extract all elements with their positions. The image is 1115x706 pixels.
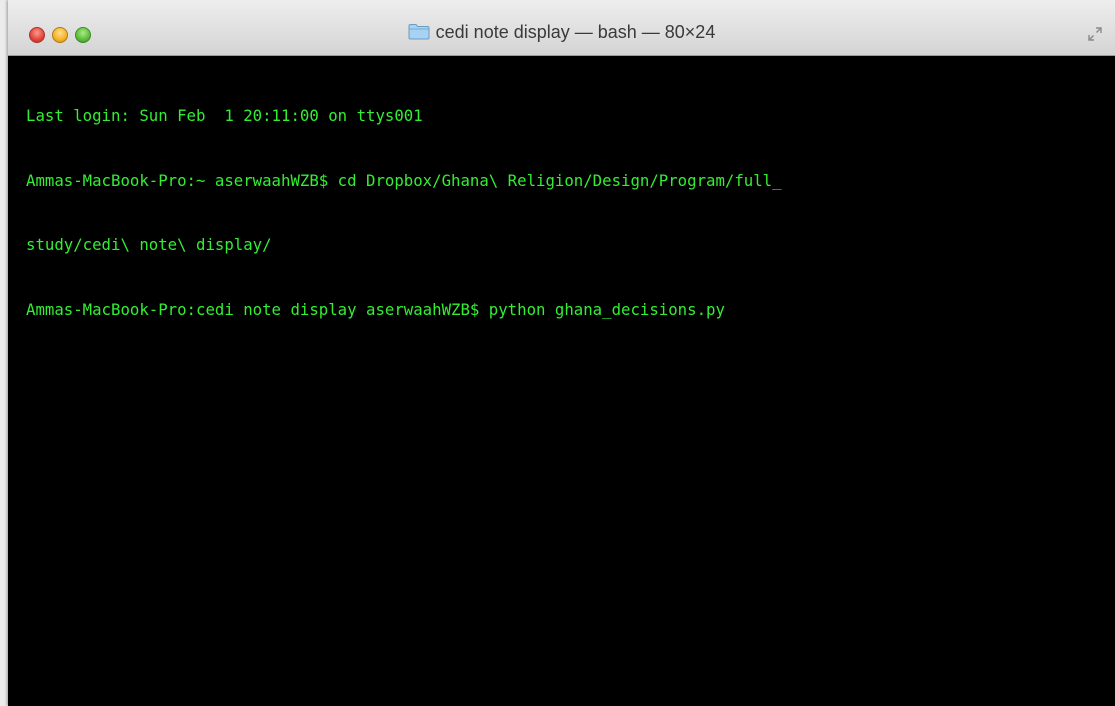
folder-icon xyxy=(408,23,430,40)
terminal-line: study/cedi\ note\ display/ xyxy=(26,235,272,254)
terminal-line: Ammas-MacBook-Pro:cedi note display aser… xyxy=(26,299,725,319)
window-title: cedi note display — bash — 80×24 xyxy=(435,22,716,42)
terminal-output[interactable]: Last login: Sun Feb 1 20:11:00 on ttys00… xyxy=(8,56,1115,706)
fullscreen-icon[interactable] xyxy=(1087,26,1103,42)
terminal-line: Ammas-MacBook-Pro:~ aserwaahWZB$ cd Drop… xyxy=(26,170,782,190)
title-bar[interactable]: cedi note display — bash — 80×24 xyxy=(8,0,1115,56)
terminal-window: cedi note display — bash — 80×24 Last lo… xyxy=(8,0,1115,706)
window-title-container: cedi note display — bash — 80×24 xyxy=(8,22,1115,43)
terminal-line: Last login: Sun Feb 1 20:11:00 on ttys00… xyxy=(26,106,423,125)
